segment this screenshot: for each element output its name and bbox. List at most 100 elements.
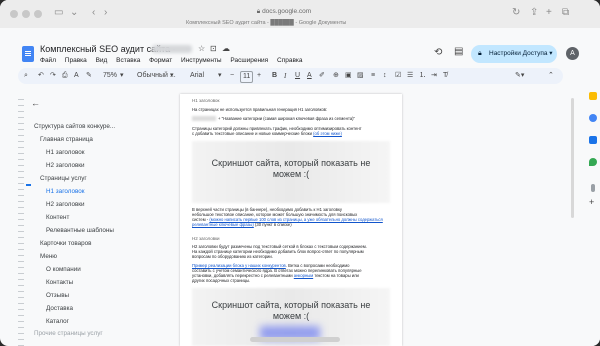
undo-icon[interactable]: ↶ <box>38 71 44 81</box>
increase-font-icon[interactable]: + <box>257 71 261 81</box>
search-menus-icon[interactable]: ⌕ <box>24 71 28 81</box>
underline-icon[interactable]: U <box>295 71 300 81</box>
paragraph-text: с добавить текстовые описание и новые ко… <box>192 131 312 136</box>
lock-icon: 🔒︎ <box>256 8 261 15</box>
outline-item[interactable]: Релевантные шаблоны <box>46 227 114 234</box>
share-settings-button[interactable]: 🔒︎ Настройки Доступа ▾ <box>471 45 557 63</box>
numbered-list-icon[interactable]: ⒈ <box>419 71 426 81</box>
move-folder-icon[interactable]: ⊡ <box>210 44 217 53</box>
outline-item[interactable]: Каталог <box>46 318 69 325</box>
menu-edit[interactable]: Правка <box>65 57 87 64</box>
back-arrow-icon[interactable]: ← <box>31 98 40 108</box>
address-bar[interactable]: 🔒︎ docs.google.com <box>186 5 382 18</box>
lock-icon: 🔒︎ <box>478 50 482 57</box>
zoom-select[interactable]: 75% <box>103 71 117 81</box>
minimize-window-button[interactable] <box>22 10 30 18</box>
maps-icon[interactable] <box>589 158 597 166</box>
avatar[interactable]: A <box>566 47 579 60</box>
zoom-window-button[interactable] <box>34 10 42 18</box>
bold-icon[interactable]: B <box>272 71 277 81</box>
image-icon[interactable]: ▨ <box>357 71 364 81</box>
version-history-icon[interactable]: ⟲ <box>434 47 442 58</box>
outline-item[interactable]: Контакты <box>46 279 73 286</box>
paragraph: других посадочных страницы. <box>192 278 251 283</box>
outline-item[interactable]: Контент <box>46 214 69 221</box>
menu-format[interactable]: Формат <box>149 57 172 64</box>
line-spacing-icon[interactable]: ↕ <box>383 71 387 81</box>
outline-item[interactable]: Структура сайтов конкуре... <box>34 123 115 130</box>
indent-icon[interactable]: ⇥ <box>431 71 437 81</box>
star-icon[interactable]: ☆ <box>198 44 205 53</box>
checklist-icon[interactable]: ☑ <box>395 71 401 81</box>
redo-icon[interactable]: ↷ <box>50 71 56 81</box>
comments-icon[interactable]: ▤ <box>454 46 463 57</box>
formatting-toolbar <box>18 68 563 84</box>
print-icon[interactable]: ⎙ <box>62 71 68 81</box>
comment-add-icon[interactable]: ▣ <box>345 71 352 81</box>
side-panel: + <box>585 66 600 346</box>
screenshot-caption: Скриншот сайта, который показать не може… <box>211 300 371 321</box>
menu-tools[interactable]: Инструменты <box>181 57 222 64</box>
cloud-status-icon[interactable]: ☁ <box>222 44 230 53</box>
font-select[interactable]: Arial <box>190 71 204 81</box>
bottom-handle <box>250 337 340 342</box>
outline-item[interactable]: Доставка <box>46 305 73 312</box>
add-addon-icon[interactable]: + <box>589 198 597 207</box>
align-icon[interactable]: ≡ <box>371 71 375 81</box>
text-color-icon[interactable]: A <box>307 71 312 81</box>
redacted-text <box>192 116 216 121</box>
clear-format-icon[interactable]: T̸ <box>443 71 447 81</box>
decrease-font-icon[interactable]: − <box>230 71 234 81</box>
sidebar-toggle-icon[interactable]: ▭ <box>54 7 63 19</box>
outline-item[interactable]: H1 заголовок <box>46 149 85 156</box>
screenshot-caption: Скриншот сайта, который показать не може… <box>211 158 371 179</box>
paragraph: + "Название категории (самая широкая клю… <box>218 116 356 121</box>
menu-insert[interactable]: Вставка <box>116 57 140 64</box>
horizontal-ruler[interactable] <box>0 86 585 94</box>
italic-icon[interactable]: I <box>284 71 286 81</box>
menu-view[interactable]: Вид <box>96 57 108 64</box>
scrollbar[interactable] <box>571 98 574 218</box>
chevron-down-icon: ▾ <box>549 50 553 57</box>
docs-logo-icon[interactable] <box>22 46 34 62</box>
share-icon[interactable]: ⇪ <box>530 7 538 19</box>
outline-item[interactable]: Меню <box>40 253 57 260</box>
tab-docs[interactable]: Комплексный SEO аудит сайта - ██████ - G… <box>186 18 446 28</box>
outline-item[interactable]: Прочие страницы услуг <box>34 330 103 337</box>
chevron-down-icon[interactable]: ⌄ <box>70 7 78 19</box>
outline-item[interactable]: Отзывы <box>46 292 69 299</box>
reload-icon[interactable]: ↻ <box>512 7 520 19</box>
forward-icon[interactable]: › <box>104 7 107 19</box>
menu-help[interactable]: Справка <box>277 57 303 64</box>
menu-extensions[interactable]: Расширения <box>230 57 268 64</box>
browser-titlebar: ▭ ⌄ ‹ › 🔒︎ docs.google.com Комплексный S… <box>0 0 600 29</box>
bullet-list-icon[interactable]: ☰ <box>407 71 413 81</box>
font-size-input[interactable]: 11 <box>240 71 254 83</box>
outline-item[interactable]: О компании <box>46 266 81 273</box>
document-page[interactable]: H1 заголовок На страницах не используетс… <box>180 94 402 346</box>
link[interactable]: (об этом ниже) <box>313 131 342 136</box>
outline-item[interactable]: Страницы услуг <box>40 175 87 182</box>
paint-format-icon[interactable]: ✎ <box>86 71 92 81</box>
new-tab-icon[interactable]: + <box>546 7 552 19</box>
tab-overview-icon[interactable]: ⧉ <box>562 7 569 19</box>
collapse-toolbar-icon[interactable]: ⌃ <box>548 71 554 81</box>
outline-item[interactable]: Карточки товаров <box>40 240 91 247</box>
outline-item[interactable]: H2 заголовки <box>46 201 85 208</box>
keep-icon[interactable] <box>589 92 597 100</box>
contacts-icon[interactable] <box>589 136 597 144</box>
editing-mode-icon[interactable]: ✎▾ <box>515 71 524 81</box>
back-icon[interactable]: ‹ <box>92 7 95 19</box>
outline-item-selected[interactable]: H1 заголовок <box>46 188 85 195</box>
outline-item[interactable]: Главная страница <box>40 136 93 143</box>
close-window-button[interactable] <box>10 10 18 18</box>
link-icon[interactable]: ⊕ <box>333 71 339 81</box>
tasks-icon[interactable] <box>589 114 597 122</box>
menu-file[interactable]: Файл <box>40 57 56 64</box>
highlight-icon[interactable]: ✐ <box>319 71 325 81</box>
outline-item[interactable]: H2 заголовки <box>46 162 85 169</box>
spellcheck-icon[interactable]: A <box>74 71 79 81</box>
paragraph: с добавить текстовые описание и новые ко… <box>192 131 342 136</box>
paragraph: систем - (можно написать первые 100 слов… <box>192 217 390 227</box>
link[interactable]: анкорным <box>294 273 313 278</box>
